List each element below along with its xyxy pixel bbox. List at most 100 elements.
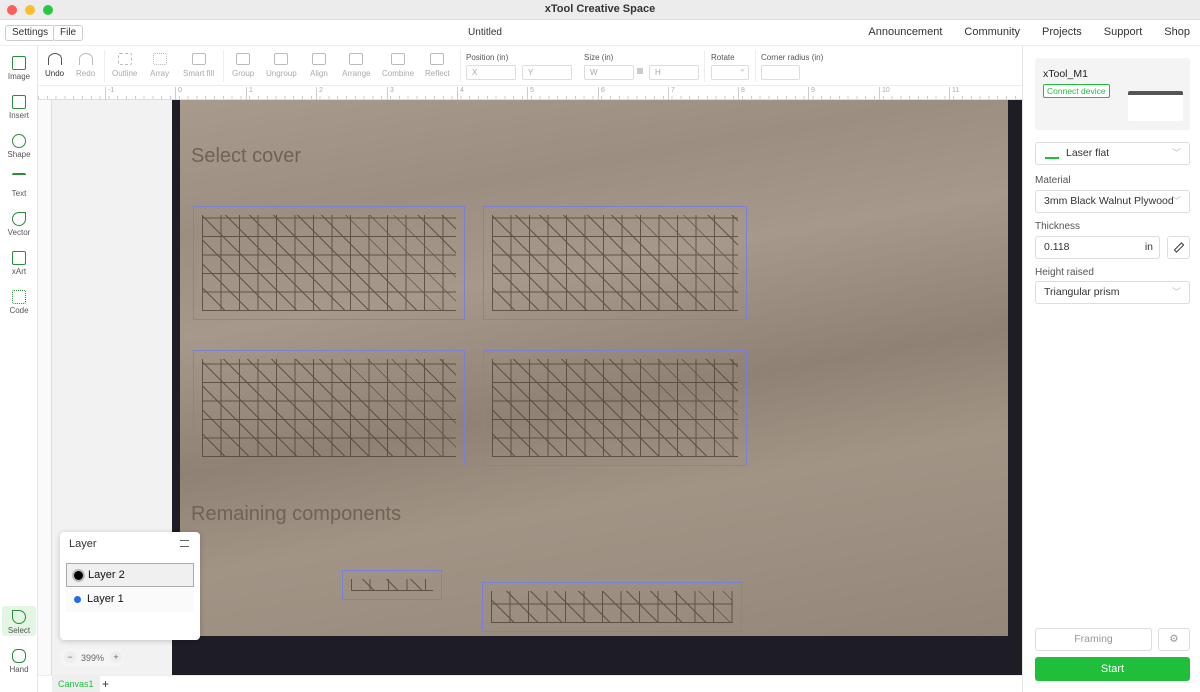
outline-button[interactable]: Outline — [112, 53, 137, 78]
component-piece[interactable] — [342, 570, 442, 600]
ai-icon — [12, 251, 26, 265]
tool-xart[interactable]: xArt — [2, 251, 36, 276]
array-button[interactable]: Array — [150, 53, 169, 78]
height-input[interactable]: H — [649, 65, 699, 80]
undo-button[interactable]: Undo — [45, 53, 64, 78]
cursor-icon — [12, 610, 26, 624]
material-select[interactable]: 3mm Black Walnut Plywood ﹀ — [1035, 190, 1190, 213]
settings-gear-button[interactable]: ⚙ — [1158, 628, 1190, 651]
combine-icon — [391, 53, 405, 65]
reflect-icon — [430, 53, 445, 65]
rotate-input[interactable]: ° — [711, 65, 749, 80]
align-icon — [311, 53, 326, 65]
tool-text[interactable]: Text — [2, 173, 36, 198]
redo-icon — [78, 53, 93, 65]
insert-icon — [12, 95, 26, 109]
cover-panel-4[interactable] — [483, 350, 747, 466]
framing-button[interactable]: Framing — [1035, 628, 1152, 651]
menu-bar: Settings File Untitled Announcement Comm… — [0, 20, 1200, 46]
chevron-down-icon: ﹀ — [1171, 287, 1181, 297]
title-bar: xTool Creative Space — [0, 0, 1200, 20]
arrange-button[interactable]: Arrange — [342, 53, 370, 78]
maximize-window-button[interactable] — [43, 5, 53, 15]
left-toolbar: Image Insert Shape Text Vector xArt Code… — [0, 46, 38, 692]
minimize-window-button[interactable] — [25, 5, 35, 15]
cover-panel-2[interactable] — [483, 206, 747, 320]
tool-code[interactable]: Code — [2, 290, 36, 315]
layer-menu-icon[interactable] — [180, 540, 189, 547]
position-y-input[interactable]: Y — [522, 65, 572, 80]
cover-panel-3[interactable] — [193, 350, 465, 466]
nav-announcement[interactable]: Announcement — [868, 26, 942, 38]
close-window-button[interactable] — [7, 5, 17, 15]
gear-icon: ⚙ — [1169, 633, 1179, 645]
outline-icon — [117, 53, 132, 65]
smart-fill-icon — [191, 53, 206, 65]
measure-thickness-button[interactable] — [1167, 236, 1190, 259]
canvas-tabs: Canvas1 + — [38, 675, 1022, 692]
canvas-text-remaining-components[interactable]: Remaining components — [191, 503, 401, 526]
layer-panel-title: Layer — [69, 538, 97, 550]
material-label: Material — [1035, 175, 1071, 186]
component-strip[interactable] — [482, 582, 742, 632]
corner-radius-label: Corner radius (in) — [761, 53, 824, 62]
zoom-in-button[interactable]: + — [110, 651, 122, 663]
lock-ratio-icon[interactable] — [637, 68, 643, 74]
nav-shop[interactable]: Shop — [1164, 26, 1190, 38]
cover-panel-1[interactable] — [193, 206, 465, 320]
tool-image[interactable]: Image — [2, 56, 36, 81]
ruler-pen-icon — [1173, 242, 1185, 253]
layer-color-dot — [74, 596, 81, 603]
align-button[interactable]: Align — [310, 53, 328, 78]
tool-hand[interactable]: Hand — [2, 649, 36, 674]
height-raised-label: Height raised — [1035, 267, 1094, 278]
tool-vector[interactable]: Vector — [2, 212, 36, 237]
text-icon — [12, 173, 26, 187]
horizontal-ruler: -1 0 1 2 3 4 5 6 7 8 9 10 11 — [38, 86, 1022, 100]
height-raised-select[interactable]: Triangular prism ﹀ — [1035, 281, 1190, 304]
chevron-down-icon: ﹀ — [1171, 196, 1181, 206]
device-card[interactable]: xTool_M1 Connect device — [1035, 58, 1190, 130]
canvas-text-select-cover[interactable]: Select cover — [191, 145, 301, 168]
add-canvas-button[interactable]: + — [102, 676, 109, 692]
ungroup-button[interactable]: Ungroup — [266, 53, 297, 78]
pen-icon — [12, 212, 26, 226]
zoom-out-button[interactable]: − — [64, 651, 76, 663]
qr-code-icon — [12, 290, 26, 304]
window-title: xTool Creative Space — [544, 3, 656, 15]
layer-item-layer-1[interactable]: Layer 1 — [66, 588, 194, 612]
position-x-input[interactable]: X — [466, 65, 516, 80]
processing-mode-select[interactable]: Laser flat ﹀ — [1035, 142, 1190, 165]
image-icon — [12, 56, 26, 70]
tool-shape[interactable]: Shape — [2, 134, 36, 159]
layer-panel: Layer Layer 2 Layer 1 — [60, 532, 200, 640]
zoom-control: − 399% + — [60, 649, 124, 667]
redo-button[interactable]: Redo — [76, 53, 95, 78]
connect-device-button[interactable]: Connect device — [1043, 84, 1110, 98]
group-icon — [236, 53, 251, 65]
chevron-down-icon: ﹀ — [1171, 148, 1181, 158]
tab-canvas1[interactable]: Canvas1 — [52, 676, 100, 692]
nav-community[interactable]: Community — [964, 26, 1020, 38]
vertical-ruler — [38, 100, 52, 675]
undo-icon — [47, 53, 62, 65]
nav-projects[interactable]: Projects — [1042, 26, 1082, 38]
nav-support[interactable]: Support — [1104, 26, 1143, 38]
corner-radius-input[interactable] — [761, 65, 800, 80]
layer-item-layer-2[interactable]: Layer 2 — [66, 563, 194, 587]
width-input[interactable]: W — [584, 65, 634, 80]
thickness-label: Thickness — [1035, 221, 1081, 232]
right-panel: xTool_M1 Connect device Laser flat ﹀ Mate… — [1022, 46, 1200, 692]
device-image — [1128, 91, 1183, 121]
rotate-label: Rotate — [711, 53, 735, 62]
tool-select[interactable]: Select — [2, 606, 36, 636]
combine-button[interactable]: Combine — [382, 53, 414, 78]
thickness-input[interactable]: 0.118 in — [1035, 236, 1160, 259]
reflect-button[interactable]: Reflect — [425, 53, 450, 78]
ungroup-icon — [274, 53, 289, 65]
smart-fill-button[interactable]: Smart fill — [183, 53, 214, 78]
position-label: Position (in) — [466, 53, 509, 62]
group-button[interactable]: Group — [232, 53, 254, 78]
start-button[interactable]: Start — [1035, 657, 1190, 681]
tool-insert[interactable]: Insert — [2, 95, 36, 120]
